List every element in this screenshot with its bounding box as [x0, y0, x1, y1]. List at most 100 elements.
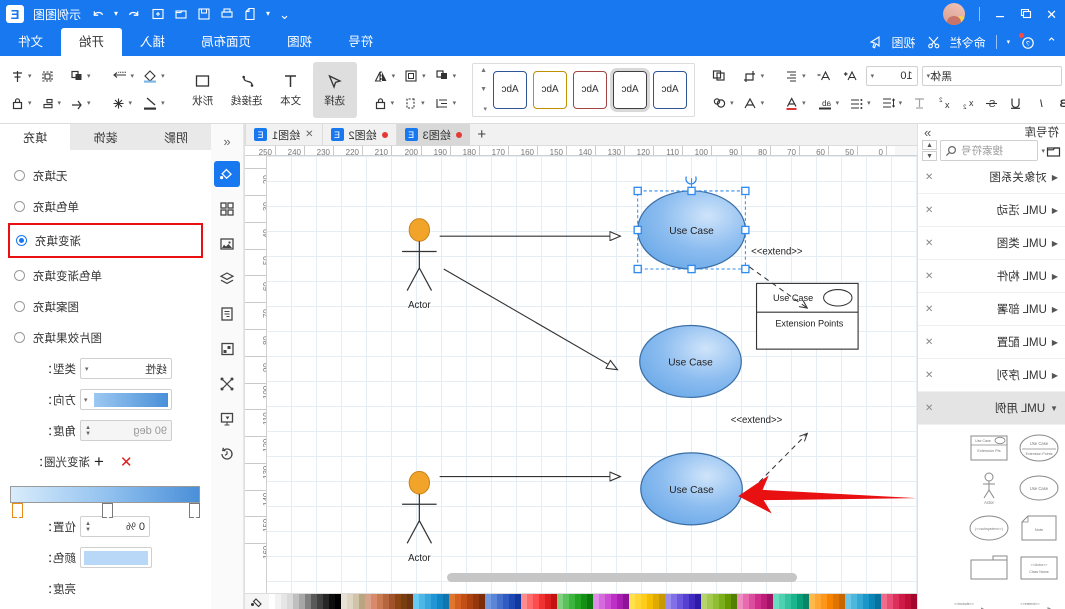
horizontal-ruler[interactable]: 0 50 60 70 80 90 100 110 120 130 140 150 160 170 180 19…: [245, 146, 895, 157]
tab-view[interactable]: 视图: [269, 28, 330, 56]
palette-swatch[interactable]: [599, 594, 605, 609]
dropdown-caret-icon-2[interactable]: ▾: [114, 9, 118, 18]
palette-swatch[interactable]: [701, 594, 707, 609]
palette-swatch[interactable]: [875, 594, 881, 609]
export-icon[interactable]: [151, 7, 165, 21]
palette-swatch[interactable]: [317, 594, 323, 609]
palette-swatch[interactable]: [809, 594, 815, 609]
palette-swatch[interactable]: [545, 594, 551, 609]
gradient-angle-spinner[interactable]: ▲ ▼ 90 deg: [80, 420, 172, 441]
palette-swatch[interactable]: [839, 594, 845, 609]
collapse-sidebar-button[interactable]: «: [216, 130, 238, 152]
close-icon[interactable]: ✕: [925, 205, 933, 216]
shape-extension-points-box[interactable]: Use Case Extension Pts: [967, 431, 1011, 465]
palette-swatch[interactable]: [557, 594, 563, 609]
palette-swatch[interactable]: [641, 594, 647, 609]
palette-swatch[interactable]: [803, 594, 809, 609]
palette-swatch[interactable]: [869, 594, 875, 609]
palette-swatch[interactable]: [269, 594, 275, 609]
palette-swatch[interactable]: [773, 594, 779, 609]
horizontal-scrollbar[interactable]: [245, 573, 917, 582]
shape-actor-stick-figure[interactable]: Actor: [967, 471, 1011, 505]
palette-swatch[interactable]: [605, 594, 611, 609]
shape-package-box[interactable]: [967, 551, 1011, 585]
rail-presentation-icon[interactable]: [214, 406, 240, 432]
caret-icon[interactable]: ▾: [1007, 39, 1011, 46]
style-item-4[interactable]: Abc: [610, 67, 651, 112]
palette-swatch[interactable]: [413, 594, 419, 609]
palette-swatch[interactable]: [569, 594, 575, 609]
library-item-uml-component[interactable]: ✕ UML 构件 ◀: [918, 260, 1065, 293]
tab-fill[interactable]: 填充: [0, 124, 71, 150]
palette-swatch[interactable]: [737, 594, 743, 609]
palette-swatch[interactable]: [611, 594, 617, 609]
style-item-1[interactable]: Abc: [493, 70, 528, 109]
library-item-er-diagram[interactable]: ✕ 对象关系图 ◀: [918, 161, 1065, 194]
italic-button[interactable]: I: [1028, 92, 1050, 114]
palette-swatch[interactable]: [479, 594, 485, 609]
library-item-uml-deployment[interactable]: ✕ UML 部署 ◀: [918, 293, 1065, 326]
subtract-button[interactable]: ▾: [707, 91, 738, 115]
palette-swatch[interactable]: [797, 594, 803, 609]
rail-history-icon[interactable]: [214, 441, 240, 467]
new-file-icon[interactable]: [243, 7, 257, 21]
close-icon[interactable]: ✕: [925, 238, 933, 249]
shape-subsystem-ellipse[interactable]: (<<subsystem>>): [967, 511, 1011, 545]
palette-swatch[interactable]: [671, 594, 677, 609]
palette-swatch[interactable]: [473, 594, 479, 609]
palette-swatch[interactable]: [449, 594, 455, 609]
palette-swatch[interactable]: [905, 594, 911, 609]
indent-button[interactable]: ▾: [430, 91, 461, 115]
shape-note[interactable]: Note: [1017, 511, 1061, 545]
shrink-font-button[interactable]: [814, 65, 836, 87]
palette-picker-icon[interactable]: [250, 595, 263, 608]
fill-option-picture[interactable]: 图片效果填充: [8, 322, 203, 353]
tab-home[interactable]: 开始: [61, 28, 123, 56]
superscript-button[interactable]: x2: [932, 92, 954, 114]
palette-swatch[interactable]: [635, 594, 641, 609]
palette-swatch[interactable]: [617, 594, 623, 609]
palette-swatch[interactable]: [623, 594, 629, 609]
flip-button[interactable]: ▾: [369, 64, 400, 88]
canvas-tab-3[interactable]: E 绘图3: [395, 123, 470, 146]
chevron-down-icon[interactable]: ⌄: [279, 7, 290, 22]
open-library-button[interactable]: ▾: [1041, 144, 1061, 158]
palette-swatch[interactable]: [791, 594, 797, 609]
style-item-5[interactable]: Abc: [653, 70, 688, 109]
print-icon[interactable]: [220, 7, 234, 21]
palette-swatch[interactable]: [275, 594, 281, 609]
line-spacing-button[interactable]: ▾: [877, 91, 907, 115]
rail-layers-icon[interactable]: [214, 266, 240, 292]
chevron-right-icon[interactable]: ◀: [1052, 173, 1058, 182]
palette-swatch[interactable]: [563, 594, 569, 609]
union-button[interactable]: [707, 64, 738, 88]
close-tab-icon[interactable]: ✕: [305, 129, 313, 140]
tool-connector[interactable]: 连接线: [225, 62, 269, 118]
palette-swatch[interactable]: [329, 594, 335, 609]
scroll-arrows[interactable]: ▲ ▼: [922, 140, 937, 161]
redo-icon[interactable]: [90, 7, 105, 21]
highlight-button[interactable]: ab ▾: [812, 91, 844, 115]
palette-swatch[interactable]: [311, 594, 317, 609]
shape-actor-class-box[interactable]: <<Actor>> Class Name: [1017, 551, 1061, 585]
rail-connector-node-icon[interactable]: [214, 371, 240, 397]
palette-swatch[interactable]: [845, 594, 851, 609]
palette-swatch[interactable]: [359, 594, 365, 609]
shape-use-case-extension[interactable]: Use Case Extension Points: [1017, 431, 1061, 465]
canvas-tab-1[interactable]: E 绘图1 ✕: [245, 123, 322, 146]
use-case-shape-3[interactable]: Use Case: [640, 452, 743, 526]
tab-file[interactable]: 文件: [0, 28, 61, 56]
palette-swatch[interactable]: [749, 594, 755, 609]
effects-button[interactable]: ▾: [107, 91, 139, 115]
palette-swatch[interactable]: [707, 594, 713, 609]
close-icon[interactable]: ✕: [925, 370, 933, 381]
palette-swatch[interactable]: [689, 594, 695, 609]
palette-swatch[interactable]: [575, 594, 581, 609]
gradient-stop-2[interactable]: [12, 502, 23, 518]
palette-swatch[interactable]: [785, 594, 791, 609]
tab-page-layout[interactable]: 页面布局: [183, 28, 269, 56]
font-size-field[interactable]: ▾ 10: [865, 66, 918, 86]
tab-insert[interactable]: 插入: [122, 28, 183, 56]
lock-aspect-button[interactable]: ▾: [369, 91, 400, 115]
fill-color-button[interactable]: ▾: [138, 64, 169, 88]
